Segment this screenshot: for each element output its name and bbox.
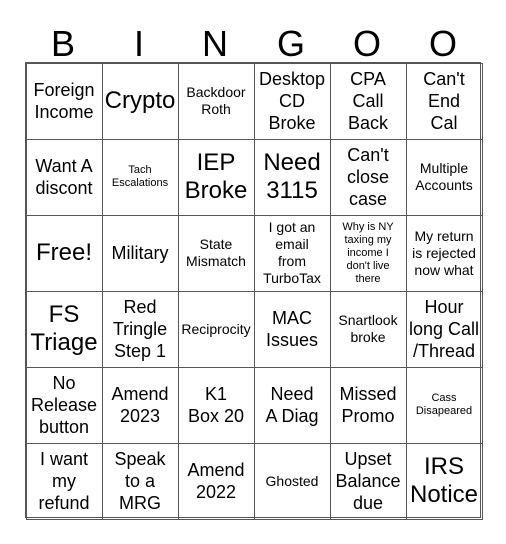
bingo-cell[interactable]: State Mismatch [177,214,255,292]
cell-label: My return is rejected now what [412,227,476,278]
cell-label: Amend 2022 [187,460,245,502]
cell-label: K1 Box 20 [187,384,245,426]
cell-label: Can't End Cal [423,69,465,133]
bingo-cell[interactable]: Can't End Cal [405,62,483,140]
cell-label: CPA Call Back [347,69,389,133]
cell-label: I want my refund [38,449,90,513]
header-letter: O [352,23,381,64]
bingo-cell[interactable]: Cass Disapeared [405,366,483,444]
bingo-cell[interactable]: Can't close case [329,138,407,216]
cell-label: FS Triage [30,301,98,356]
bingo-cell[interactable]: Foreign Income [25,62,103,140]
bingo-cell[interactable]: Reciprocity [177,290,255,368]
bingo-cell[interactable]: IRS Notice [405,442,483,520]
bingo-cell[interactable]: CPA Call Back [329,62,407,140]
cell-label: I got an email from TurboTax [263,219,321,286]
bingo-cell[interactable]: Military [101,214,179,292]
bingo-cell[interactable]: No Release button [25,366,103,444]
bingo-cell[interactable]: Why is NY taxing my income I don't live … [329,214,407,292]
bingo-cell[interactable]: Need 3115 [253,138,331,216]
cell-label: No Release button [30,373,98,437]
cell-label: Multiple Accounts [415,160,473,193]
bingo-cell[interactable]: Snartlook broke [329,290,407,368]
cell-label: State Mismatch [186,236,246,269]
cell-label: Can't close case [346,145,390,209]
cell-label: Military [111,243,169,263]
bingo-cell[interactable]: Crypto [101,62,179,140]
cell-label: Desktop CD Broke [258,69,326,133]
bingo-cell[interactable]: Speak to a MRG [101,442,179,520]
cell-label: IRS Notice [409,453,479,508]
header-letter: I [133,23,144,64]
cell-label: Speak to a MRG [114,449,166,513]
bingo-cell[interactable]: Free! [25,214,103,292]
cell-label: Why is NY taxing my income I don't live … [342,220,394,285]
bingo-header: BINGOO [25,24,481,64]
bingo-cell[interactable]: K1 Box 20 [177,366,255,444]
cell-label: Tach Escalations [111,164,169,189]
cell-label: Crypto [104,87,176,114]
cell-label: Cass Disapeared [415,392,473,417]
bingo-cell[interactable]: Want A discont [25,138,103,216]
cell-label: IEP Broke [184,149,248,204]
cell-label: Missed Promo [339,384,397,426]
bingo-cell[interactable]: Desktop CD Broke [253,62,331,140]
cell-label: Reciprocity [181,320,251,337]
bingo-cell[interactable]: FS Triage [25,290,103,368]
bingo-cell[interactable]: Upset Balance due [329,442,407,520]
bingo-cell[interactable]: Backdoor Roth [177,62,255,140]
bingo-cell[interactable]: IEP Broke [177,138,255,216]
bingo-cell[interactable]: Tach Escalations [101,138,179,216]
cell-label: Foreign Income [33,80,95,122]
cell-label: Want A discont [35,156,93,198]
header-letter: N [202,23,228,64]
cell-label: Free! [35,239,92,266]
header-letter: G [276,23,305,64]
bingo-cell[interactable]: I got an email from TurboTax [253,214,331,292]
bingo-cell[interactable]: MAC Issues [253,290,331,368]
cell-label: Upset Balance due [335,449,401,513]
cell-label: Ghosted [265,472,319,489]
cell-label: Amend 2023 [111,384,169,426]
bingo-cell[interactable]: My return is rejected now what [405,214,483,292]
cell-label: Need 3115 [263,149,321,204]
cell-label: Need A Diag [265,384,319,426]
bingo-cell[interactable]: Multiple Accounts [405,138,483,216]
bingo-cell[interactable]: Ghosted [253,442,331,520]
bingo-grid: Foreign Income Crypto Backdoor Roth Desktop… [25,62,483,520]
cell-label: MAC Issues [265,308,319,350]
bingo-cell[interactable]: Red Tringle Step 1 [101,290,179,368]
bingo-cell[interactable]: Need A Diag [253,366,331,444]
bingo-cell[interactable]: Amend 2023 [101,366,179,444]
bingo-cell[interactable]: Amend 2022 [177,442,255,520]
cell-label: Hour long Call /Thread [408,297,480,361]
header-letter: O [428,23,457,64]
bingo-cell[interactable]: Hour long Call /Thread [405,290,483,368]
bingo-cell[interactable]: Missed Promo [329,366,407,444]
cell-label: Red Tringle Step 1 [112,297,168,361]
header-letter: B [50,23,75,64]
cell-label: Backdoor Roth [186,84,246,117]
bingo-cell[interactable]: I want my refund [25,442,103,520]
cell-label: Snartlook broke [338,312,398,345]
